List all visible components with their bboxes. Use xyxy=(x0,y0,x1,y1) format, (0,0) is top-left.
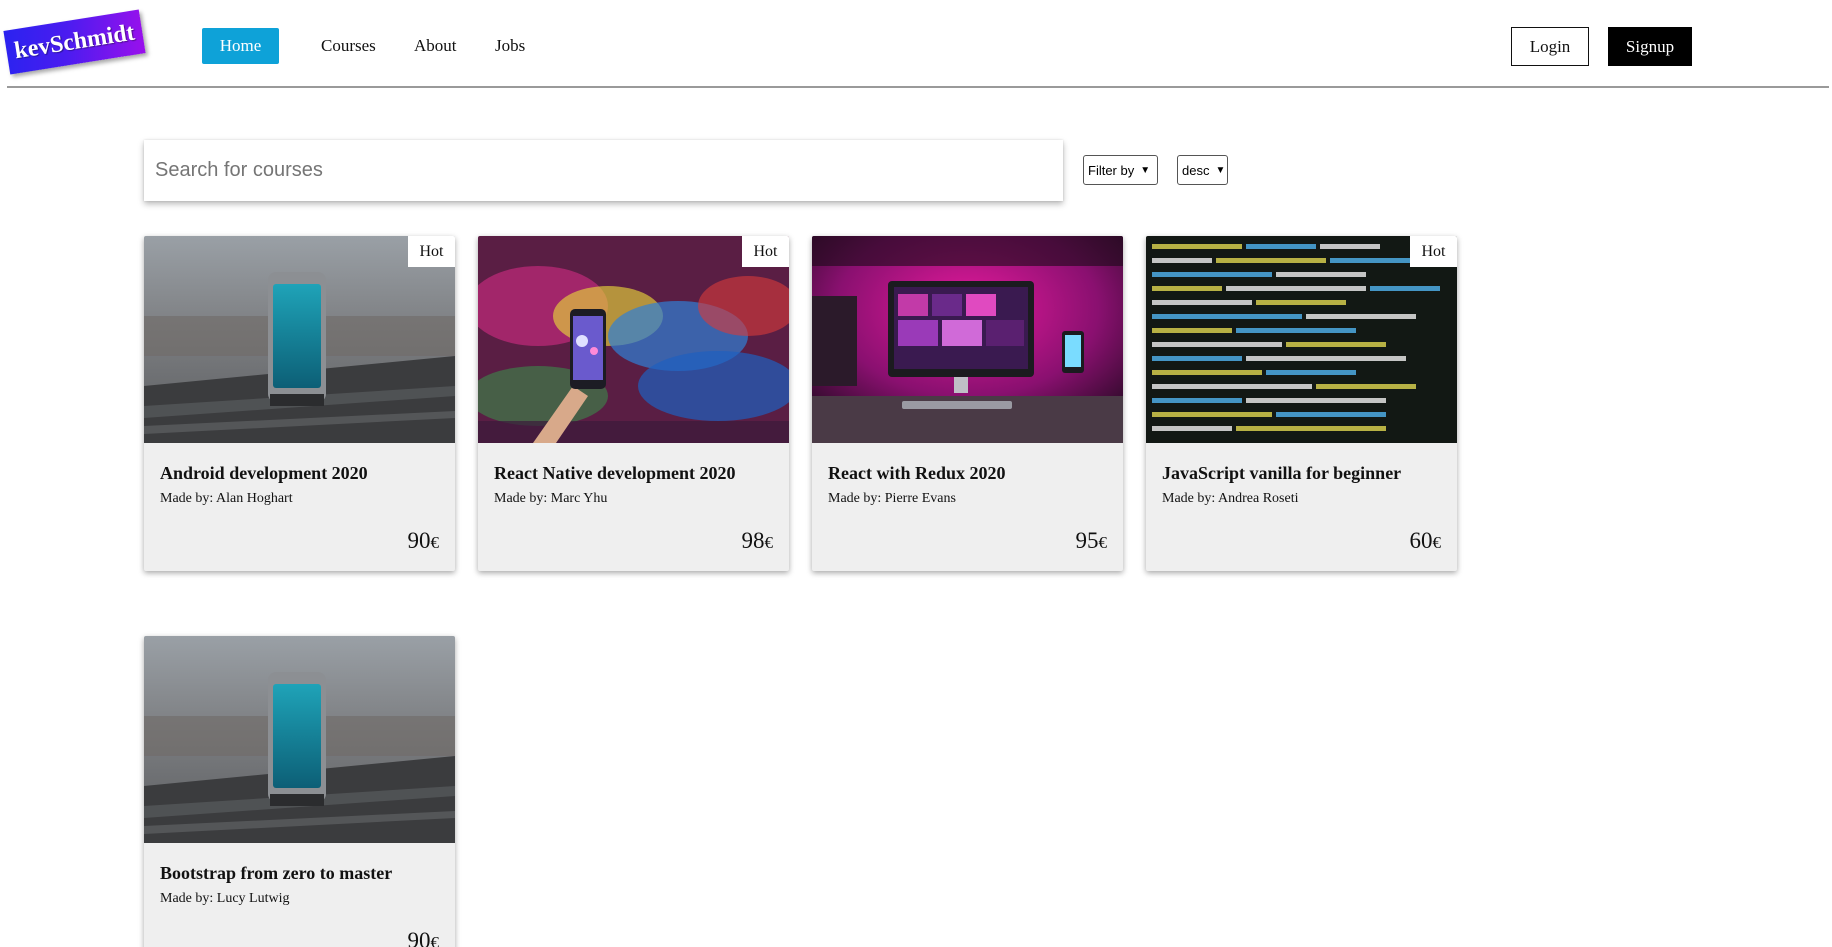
nav-about[interactable]: About xyxy=(414,28,457,64)
course-title: React Native development 2020 xyxy=(494,463,736,483)
signup-button[interactable]: Signup xyxy=(1608,27,1692,66)
nav-jobs[interactable]: Jobs xyxy=(495,28,525,64)
currency-symbol: € xyxy=(764,533,774,552)
currency-symbol: € xyxy=(430,533,440,552)
site-header: kevSchmidt Home Courses About Jobs Login… xyxy=(0,0,1832,88)
course-author: Made by: Alan Hoghart xyxy=(160,491,293,506)
course-price: 60€ xyxy=(1410,528,1442,554)
course-price: 95€ xyxy=(1076,528,1108,554)
order-select[interactable]: desc ▼ xyxy=(1177,155,1228,185)
course-card[interactable]: Hot JavaScript vanilla for beginner Made… xyxy=(1146,236,1457,571)
course-title: JavaScript vanilla for beginner xyxy=(1162,463,1402,483)
code-photo-image xyxy=(1146,236,1457,443)
course-card[interactable]: React with Redux 2020 Made by: Pierre Ev… xyxy=(812,236,1123,571)
course-price: 90€ xyxy=(408,528,440,554)
course-price: 90€ xyxy=(408,928,440,947)
course-title: Android development 2020 xyxy=(160,463,368,483)
currency-symbol: € xyxy=(430,933,440,947)
course-title: React with Redux 2020 xyxy=(828,463,1006,483)
brand-logo-text: kevSchmidt xyxy=(12,19,137,64)
login-button[interactable]: Login xyxy=(1511,27,1589,66)
course-thumbnail: Hot xyxy=(478,236,789,443)
course-thumbnail: Hot xyxy=(1146,236,1457,443)
hot-badge: Hot xyxy=(408,236,455,267)
price-value: 60 xyxy=(1409,528,1433,553)
brand-logo[interactable]: kevSchmidt xyxy=(3,9,146,75)
order-select-value: desc xyxy=(1182,162,1210,178)
phone-photo-image xyxy=(144,636,455,843)
chevron-down-icon: ▼ xyxy=(1215,164,1226,176)
currency-symbol: € xyxy=(1098,533,1108,552)
graffiti-photo-image xyxy=(478,236,789,443)
hot-badge: Hot xyxy=(1410,236,1457,267)
course-thumbnail xyxy=(144,636,455,843)
course-author: Made by: Marc Yhu xyxy=(494,491,608,506)
course-card[interactable]: Bootstrap from zero to master Made by: L… xyxy=(144,636,455,947)
course-thumbnail: Hot xyxy=(144,236,455,443)
course-thumbnail xyxy=(812,236,1123,443)
course-author: Made by: Pierre Evans xyxy=(828,491,956,506)
chevron-down-icon: ▼ xyxy=(1140,164,1151,176)
nav-courses[interactable]: Courses xyxy=(321,28,376,64)
currency-symbol: € xyxy=(1432,533,1442,552)
course-card[interactable]: Hot React Native development 2020 Made b… xyxy=(478,236,789,571)
desk-setup-photo-image xyxy=(812,236,1123,443)
hot-badge: Hot xyxy=(742,236,789,267)
filter-select-value: Filter by xyxy=(1088,162,1135,178)
course-author: Made by: Andrea Roseti xyxy=(1162,491,1299,506)
search-input[interactable] xyxy=(144,140,1063,201)
course-title: Bootstrap from zero to master xyxy=(160,863,393,883)
phone-photo-image xyxy=(144,236,455,443)
price-value: 90 xyxy=(407,528,431,553)
price-value: 95 xyxy=(1075,528,1099,553)
price-value: 90 xyxy=(407,928,431,947)
search-box xyxy=(144,140,1063,201)
header-divider xyxy=(7,86,1829,88)
nav-home[interactable]: Home xyxy=(202,28,279,64)
course-card[interactable]: Hot Android development 2020 Made by: Al… xyxy=(144,236,455,571)
filter-select[interactable]: Filter by ▼ xyxy=(1083,155,1158,185)
course-price: 98€ xyxy=(742,528,774,554)
course-author: Made by: Lucy Lutwig xyxy=(160,891,290,906)
price-value: 98 xyxy=(741,528,765,553)
